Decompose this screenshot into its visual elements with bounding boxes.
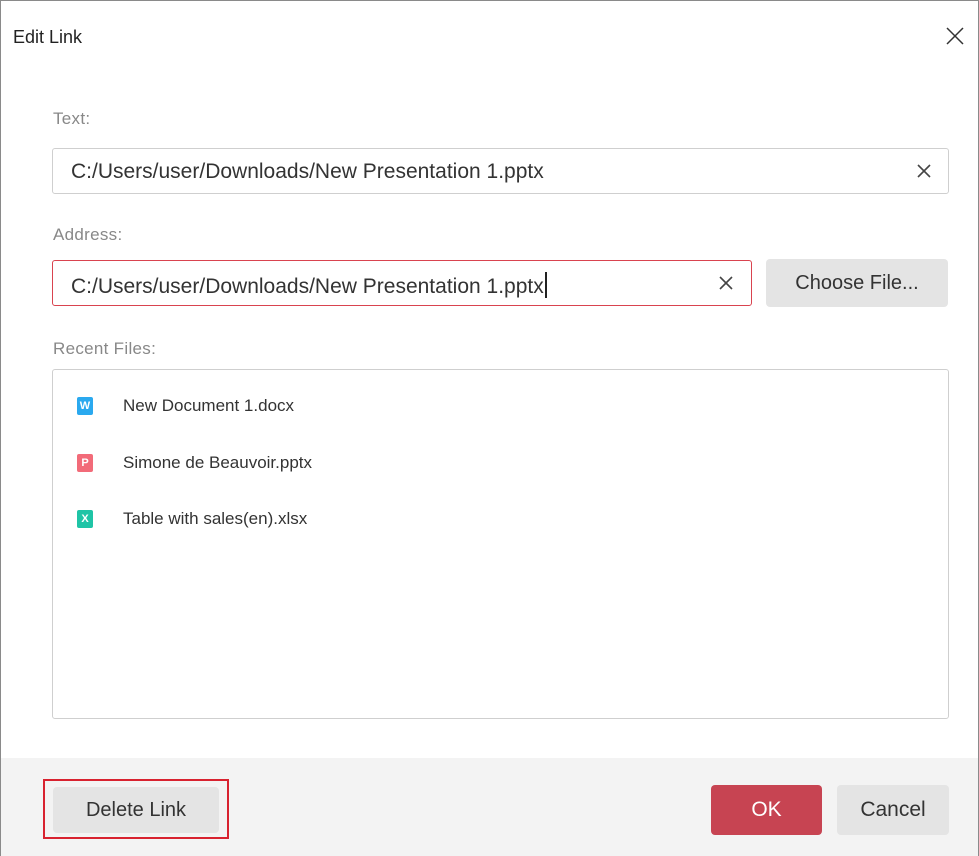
- recent-file-item[interactable]: W New Document 1.docx: [77, 391, 294, 421]
- excel-doc-icon: X: [77, 510, 93, 528]
- recent-file-name: New Document 1.docx: [123, 396, 295, 415]
- recent-files-label: Recent Files:: [53, 339, 157, 358]
- recent-file-name: Table with sales(en).xlsx: [123, 509, 308, 528]
- text-label: Text:: [53, 109, 91, 128]
- ok-button[interactable]: OK: [711, 785, 822, 835]
- recent-file-item[interactable]: X Table with sales(en).xlsx: [77, 504, 307, 534]
- cancel-button[interactable]: Cancel: [837, 785, 949, 835]
- clear-icon[interactable]: [715, 272, 737, 294]
- recent-files-list: W New Document 1.docx P Simone de Beauvo…: [52, 369, 949, 719]
- delete-link-button[interactable]: Delete Link: [53, 787, 219, 833]
- edit-link-dialog: Edit Link Text: C:/Users/user/Downloads/…: [0, 0, 979, 856]
- clear-icon[interactable]: [913, 160, 935, 182]
- choose-file-button[interactable]: Choose File...: [766, 259, 948, 307]
- text-input[interactable]: C:/Users/user/Downloads/New Presentation…: [52, 148, 949, 194]
- text-input-value: C:/Users/user/Downloads/New Presentation…: [71, 160, 544, 183]
- address-input[interactable]: C:/Users/user/Downloads/New Presentation…: [52, 260, 752, 306]
- powerpoint-doc-icon: P: [77, 454, 93, 472]
- dialog-title: Edit Link: [13, 27, 83, 47]
- recent-file-item[interactable]: P Simone de Beauvoir.pptx: [77, 448, 312, 478]
- text-caret: [544, 272, 547, 298]
- address-label: Address:: [53, 225, 123, 244]
- recent-file-name: Simone de Beauvoir.pptx: [123, 453, 313, 472]
- word-doc-icon: W: [77, 397, 93, 415]
- close-icon[interactable]: [940, 21, 970, 51]
- title-bar: Edit Link: [1, 1, 978, 73]
- address-input-value: C:/Users/user/Downloads/New Presentation…: [71, 272, 547, 299]
